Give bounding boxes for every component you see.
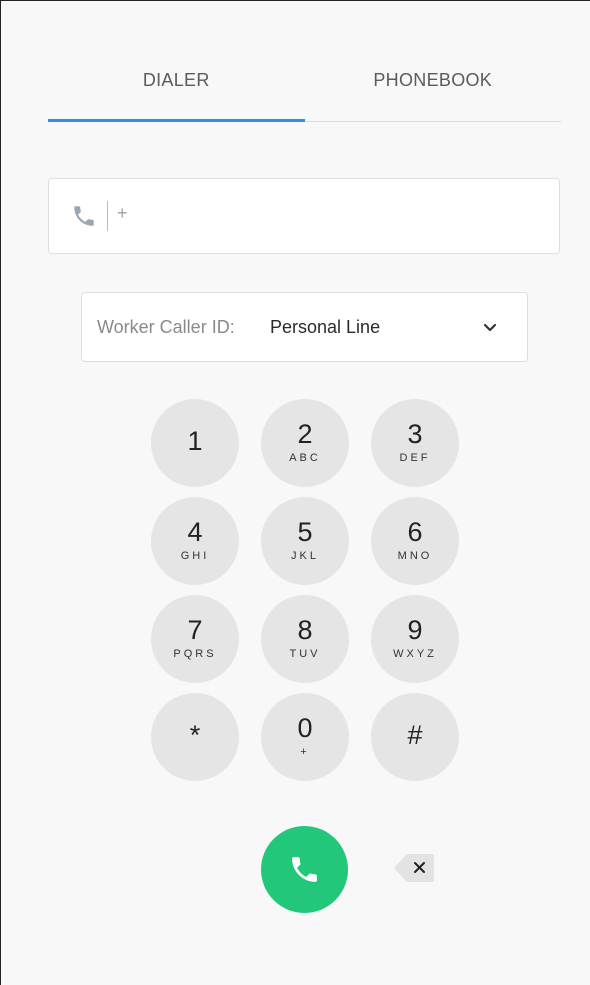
key-letters: ABC: [289, 452, 321, 464]
keypad-key-1[interactable]: 1: [151, 399, 239, 487]
key-digit: 2: [297, 419, 313, 449]
key-digit: 6: [407, 517, 423, 547]
keypad-key-6[interactable]: 6 MNO: [371, 497, 459, 585]
key-digit: 9: [407, 615, 423, 645]
country-prefix: +: [117, 203, 128, 223]
phone-number-input[interactable]: [133, 197, 537, 237]
caller-id-value: Personal Line: [270, 317, 381, 337]
key-letters: JKL: [291, 550, 319, 562]
keypad-key-hash[interactable]: #: [371, 693, 459, 781]
phone-icon: [292, 857, 317, 882]
caller-id-label: Worker Caller ID:: [97, 317, 235, 337]
phone-icon: [69, 203, 99, 234]
caller-id-select[interactable]: Worker Caller ID: Personal Line: [81, 292, 528, 362]
key-letters: PQRS: [173, 648, 217, 660]
backspace-button[interactable]: [393, 853, 435, 888]
key-digit: 8: [297, 615, 313, 645]
key-digit: 7: [187, 615, 203, 645]
dialer-panel: DIALER PHONEBOOK + Worker Caller ID: Per…: [0, 0, 590, 985]
call-button[interactable]: [261, 826, 348, 913]
keypad-key-4[interactable]: 4 GHI: [151, 497, 239, 585]
key-letters: GHI: [180, 550, 210, 562]
key-digit: *: [189, 720, 201, 750]
keypad-key-8[interactable]: 8 TUV: [261, 595, 349, 683]
key-digit: 5: [297, 517, 313, 547]
keypad-key-2[interactable]: 2 ABC: [261, 399, 349, 487]
phone-number-field[interactable]: +: [48, 178, 560, 254]
tab-bar: DIALER PHONEBOOK: [48, 59, 561, 122]
keypad-key-star[interactable]: *: [151, 693, 239, 781]
key-digit: 0: [297, 713, 313, 743]
key-digit: #: [407, 720, 423, 750]
key-digit: 3: [407, 419, 423, 449]
chevron-down-icon: [483, 320, 497, 338]
key-digit: 1: [187, 426, 203, 456]
keypad-key-0[interactable]: 0 +: [261, 693, 349, 781]
keypad-key-3[interactable]: 3 DEF: [371, 399, 459, 487]
keypad-key-5[interactable]: 5 JKL: [261, 497, 349, 585]
key-letters: MNO: [397, 550, 433, 562]
key-letters: DEF: [399, 452, 431, 464]
key-letters: +: [300, 746, 310, 758]
backspace-icon: [394, 854, 434, 882]
tab-phonebook[interactable]: PHONEBOOK: [305, 59, 562, 121]
field-divider: [107, 201, 108, 231]
keypad-key-9[interactable]: 9 WXYZ: [371, 595, 459, 683]
key-letters: WXYZ: [393, 648, 437, 660]
keypad-key-7[interactable]: 7 PQRS: [151, 595, 239, 683]
key-letters: TUV: [289, 648, 321, 660]
tab-dialer[interactable]: DIALER: [48, 59, 305, 122]
key-digit: 4: [187, 517, 203, 547]
